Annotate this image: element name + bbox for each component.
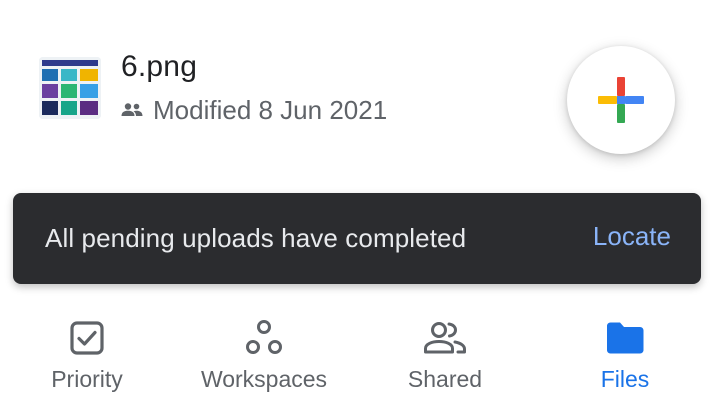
people-icon bbox=[423, 318, 467, 358]
folder-icon bbox=[605, 318, 645, 358]
file-modified-date: Modified 8 Jun 2021 bbox=[153, 94, 388, 125]
new-button[interactable] bbox=[567, 46, 675, 154]
file-list-item[interactable]: 6.png Modified 8 Jun 2021 bbox=[0, 40, 560, 136]
workspaces-icon bbox=[244, 318, 284, 358]
nav-files[interactable]: Files bbox=[570, 300, 680, 408]
image-thumbnail bbox=[39, 57, 101, 119]
people-icon bbox=[121, 102, 143, 118]
file-meta: Modified 8 Jun 2021 bbox=[121, 95, 387, 125]
locate-button[interactable]: Locate bbox=[593, 221, 671, 252]
nav-priority[interactable]: Priority bbox=[27, 300, 147, 408]
nav-files-label: Files bbox=[600, 366, 650, 392]
nav-workspaces[interactable]: Workspaces bbox=[194, 300, 334, 408]
checkbox-icon bbox=[69, 318, 105, 358]
plus-icon bbox=[598, 77, 644, 123]
bottom-navigation: Priority Workspaces Shared Files bbox=[0, 300, 717, 408]
snackbar-message: All pending uploads have completed bbox=[45, 223, 467, 253]
nav-shared[interactable]: Shared bbox=[390, 300, 500, 408]
drive-screen: 6.png Modified 8 Jun 2021 All pending up… bbox=[0, 0, 717, 408]
snackbar: All pending uploads have completed Locat… bbox=[13, 193, 701, 284]
file-name: 6.png bbox=[121, 50, 198, 83]
nav-priority-label: Priority bbox=[51, 366, 123, 392]
nav-workspaces-label: Workspaces bbox=[200, 366, 328, 392]
nav-shared-label: Shared bbox=[407, 366, 483, 392]
